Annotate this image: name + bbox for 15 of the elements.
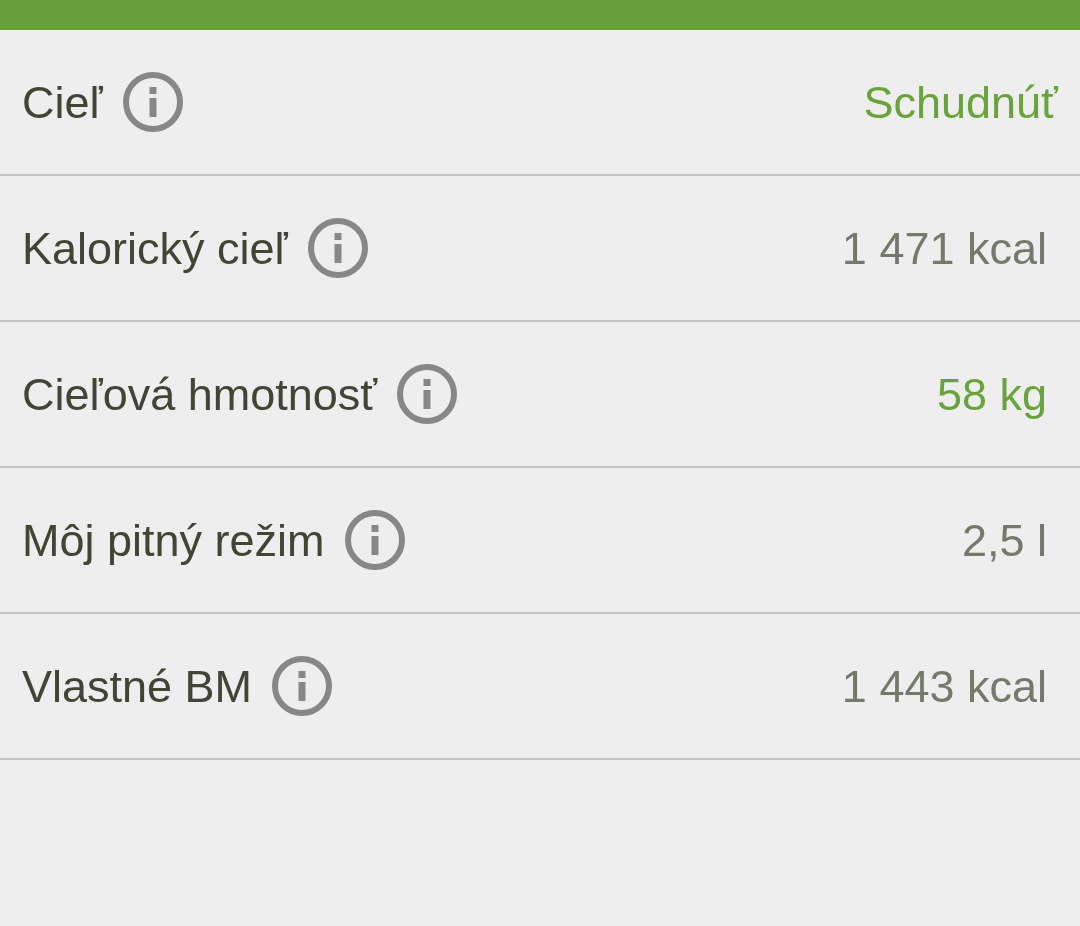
info-icon[interactable] [122,72,183,132]
setting-label: Cieľ [22,79,103,125]
setting-label: Vlastné BM [22,663,253,709]
setting-label: Cieľová hmotnosť [22,371,378,417]
setting-label: Kalorický cieľ [22,225,288,271]
setting-value: 1 471 kcal [841,225,1047,271]
setting-value: 1 443 kcal [841,663,1047,709]
goal-selector[interactable]: Schudnúť [863,79,1058,125]
info-icon[interactable] [397,364,458,424]
setting-value: 2,5 l [961,517,1047,563]
setting-value: 58 kg [936,371,1047,417]
info-icon[interactable] [272,656,333,716]
setting-label: Môj pitný režim [22,517,325,563]
info-icon[interactable] [344,510,405,570]
info-icon[interactable] [307,218,368,278]
